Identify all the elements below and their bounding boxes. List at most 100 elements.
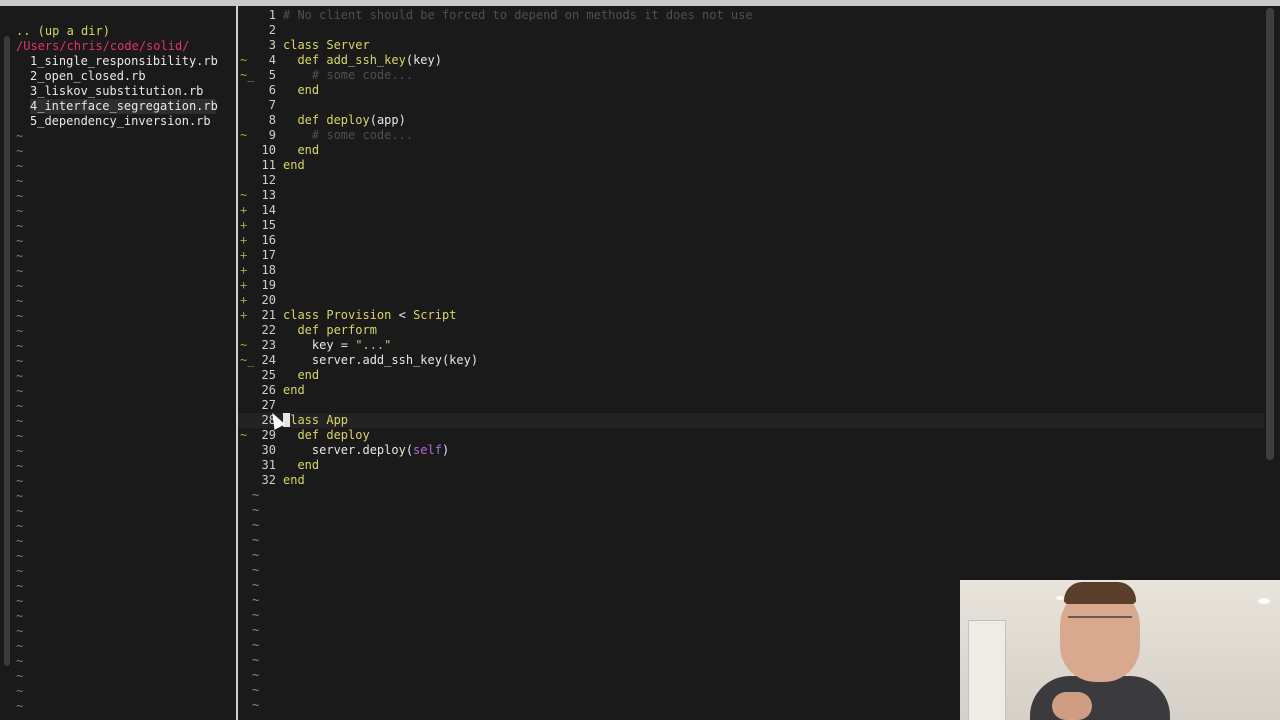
code-line[interactable]: 30 server.deploy(self) — [238, 443, 1264, 458]
tree-empty-line: ~ — [16, 144, 24, 158]
tree-empty-line: ~ — [16, 324, 24, 338]
line-number: 17 — [261, 248, 276, 262]
presenter-hand — [1052, 692, 1092, 720]
line-number: 31 — [261, 458, 276, 472]
code-line[interactable]: +21 class Provision < Script — [238, 308, 1264, 323]
empty-line-marker: ~ — [252, 698, 260, 712]
empty-line-marker: ~ — [252, 518, 260, 532]
tree-empty-line: ~ — [16, 474, 24, 488]
code-text: # some code... — [283, 68, 414, 82]
code-line[interactable]: +20 — [238, 293, 1264, 308]
code-line[interactable]: +17 — [238, 248, 1264, 263]
line-number: 32 — [261, 473, 276, 487]
tree-empty-line: ~ — [16, 624, 24, 638]
empty-buffer-line: ~ — [238, 518, 1264, 533]
code-line[interactable]: 12 — [238, 173, 1264, 188]
empty-line-marker: ~ — [252, 608, 260, 622]
code-line[interactable]: 32 end — [238, 473, 1264, 488]
line-number: 25 — [261, 368, 276, 382]
code-line[interactable]: +16 — [238, 233, 1264, 248]
file-tree-pane: .. (up a dir) /Users/chris/code/solid/ 1… — [0, 6, 236, 720]
empty-line-marker: ~ — [252, 638, 260, 652]
code-line[interactable]: 10 end — [238, 143, 1264, 158]
line-number: 4 — [268, 53, 276, 67]
tree-file-item-selected[interactable]: 4_interface_segregation.rb — [30, 99, 218, 114]
line-number: 23 — [261, 338, 276, 352]
tree-scrollbar[interactable] — [4, 36, 10, 666]
empty-line-marker: ~ — [252, 623, 260, 637]
tree-empty-line: ~ — [16, 504, 24, 518]
code-text: end — [283, 458, 320, 472]
code-line[interactable]: 6 end — [238, 83, 1264, 98]
empty-line-marker: ~ — [252, 653, 260, 667]
tree-empty-line: ~ — [16, 699, 24, 713]
code-line[interactable]: 7 — [238, 98, 1264, 113]
line-number: 22 — [261, 323, 276, 337]
line-number: 1 — [268, 8, 276, 22]
code-text: end — [283, 83, 320, 97]
code-line[interactable]: ~4 def add_ssh_key(key) — [238, 53, 1264, 68]
tree-empty-line: ~ — [16, 384, 24, 398]
tree-file-item[interactable]: 5_dependency_inversion.rb — [30, 114, 211, 129]
code-line[interactable]: 1 # No client should be forced to depend … — [238, 8, 1264, 23]
tree-empty-line: ~ — [16, 414, 24, 428]
code-line[interactable]: 11 end — [238, 158, 1264, 173]
code-line[interactable]: 27 — [238, 398, 1264, 413]
code-line[interactable]: 25 end — [238, 368, 1264, 383]
tree-file-item[interactable]: 2_open_closed.rb — [30, 69, 146, 84]
code-line[interactable]: ~23 key = "..." — [238, 338, 1264, 353]
line-number: 15 — [261, 218, 276, 232]
empty-line-marker: ~ — [252, 548, 260, 562]
tree-empty-line: ~ — [16, 594, 24, 608]
code-line[interactable]: 3 class Server — [238, 38, 1264, 53]
code-text: end — [283, 368, 320, 382]
tree-empty-line: ~ — [16, 294, 24, 308]
empty-buffer-line: ~ — [238, 503, 1264, 518]
tree-empty-line: ~ — [16, 549, 24, 563]
tree-empty-line: ~ — [16, 354, 24, 368]
line-number: 11 — [261, 158, 276, 172]
tree-empty-line: ~ — [16, 369, 24, 383]
code-line[interactable]: +14 — [238, 203, 1264, 218]
code-line[interactable]: ~_ 5 # some code... — [238, 68, 1264, 83]
line-number: 18 — [261, 263, 276, 277]
empty-buffer-line: ~ — [238, 488, 1264, 503]
code-line[interactable]: ~29 def deploy — [238, 428, 1264, 443]
tree-empty-line: ~ — [16, 684, 24, 698]
tree-empty-line: ~ — [16, 639, 24, 653]
ceiling-light — [1056, 596, 1064, 600]
empty-line-marker: ~ — [252, 563, 260, 577]
tree-file-item[interactable]: 1_single_responsibility.rb — [30, 54, 218, 69]
code-text: end — [283, 473, 305, 487]
tree-current-path[interactable]: /Users/chris/code/solid/ — [16, 39, 189, 54]
code-line[interactable]: 22 def perform — [238, 323, 1264, 338]
code-line[interactable]: 31 end — [238, 458, 1264, 473]
webcam-door — [968, 620, 1006, 720]
code-text: class Provision < Script — [283, 308, 457, 322]
editor-scrollbar[interactable] — [1266, 8, 1274, 460]
code-line[interactable]: +15 — [238, 218, 1264, 233]
code-line[interactable]: 28 class App — [238, 413, 1264, 428]
text-cursor — [283, 413, 290, 427]
line-number: 16 — [261, 233, 276, 247]
empty-line-marker: ~ — [252, 533, 260, 547]
code-line[interactable]: ~_ 24 server.add_ssh_key(key) — [238, 353, 1264, 368]
code-line[interactable]: +19 — [238, 278, 1264, 293]
code-line[interactable]: 8 def deploy(app) — [238, 113, 1264, 128]
code-text: key = "..." — [283, 338, 392, 352]
tree-up-dir[interactable]: .. (up a dir) — [16, 24, 110, 39]
code-text: def add_ssh_key(key) — [283, 53, 442, 67]
code-line[interactable]: ~9 # some code... — [238, 128, 1264, 143]
tree-empty-line: ~ — [16, 234, 24, 248]
code-line[interactable]: 26 end — [238, 383, 1264, 398]
code-line[interactable]: ~13 — [238, 188, 1264, 203]
tree-empty-line: ~ — [16, 219, 24, 233]
code-line[interactable]: 2 — [238, 23, 1264, 38]
webcam-overlay — [960, 580, 1280, 720]
code-line[interactable]: +18 — [238, 263, 1264, 278]
tree-empty-line: ~ — [16, 309, 24, 323]
line-number: 10 — [261, 143, 276, 157]
tree-file-item[interactable]: 3_liskov_substitution.rb — [30, 84, 203, 99]
empty-line-marker: ~ — [252, 503, 260, 517]
code-text: server.deploy(self) — [283, 443, 450, 457]
